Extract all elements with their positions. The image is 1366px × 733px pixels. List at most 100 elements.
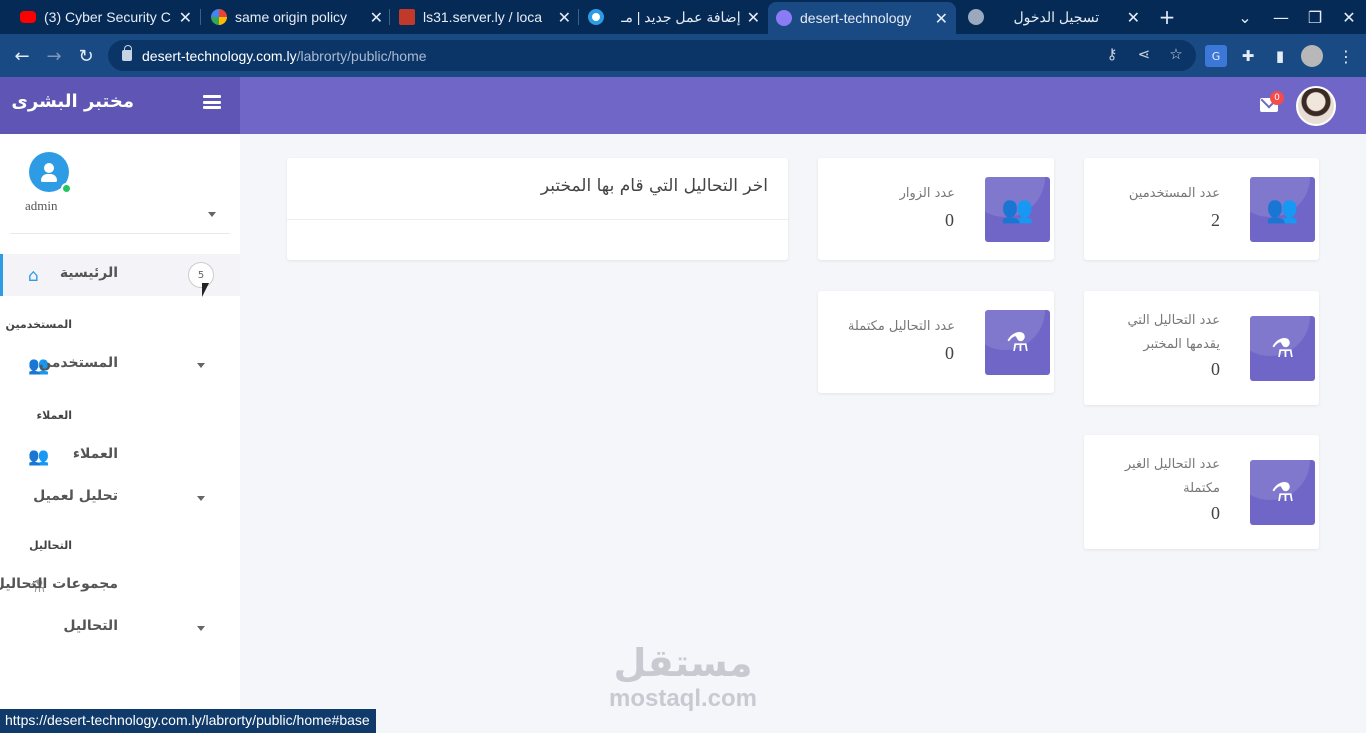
- watermark-latin: mostaql.com: [608, 685, 758, 712]
- tab-separator: [578, 9, 579, 25]
- stat-value: 0: [1211, 359, 1220, 379]
- sidebar-item-users[interactable]: 👥 المستخدمن: [0, 344, 240, 386]
- stat-card-users: 👥 عدد المستخدمين 2: [1084, 158, 1319, 260]
- stat-label: عدد التحاليل التي يقدمها المختبر: [1127, 313, 1220, 352]
- panel-title: اخر التحاليل التي قام بها المختبر: [540, 176, 768, 196]
- user-name[interactable]: admin: [25, 198, 58, 214]
- brand-title[interactable]: مختبر البشرى: [11, 91, 134, 112]
- reload-button[interactable]: ↻: [72, 42, 100, 70]
- address-bar[interactable]: desert-technology.com.ly/labrorty/public…: [108, 40, 1196, 71]
- browser-tab[interactable]: ls31.server.ly / loca ✕: [391, 0, 579, 34]
- sidebar-section-clients: العملاء: [36, 409, 72, 422]
- hamburger-menu-icon[interactable]: [203, 95, 221, 109]
- tab-separator: [389, 9, 390, 25]
- stat-icon-box: ⚗: [1250, 460, 1315, 525]
- browser-tab[interactable]: same origin policy ✕: [203, 0, 391, 34]
- flask-icon: ⚗: [1270, 477, 1295, 508]
- sidebar-item-tests[interactable]: التحاليل: [0, 607, 240, 649]
- chevron-down-icon: [197, 626, 205, 631]
- lock-icon[interactable]: [122, 45, 132, 61]
- profile-avatar-icon[interactable]: [1301, 45, 1323, 67]
- menu-dots-icon[interactable]: ⋮: [1335, 45, 1357, 67]
- home-icon: ⌂: [28, 266, 39, 286]
- app-header: مختبر البشرى 0: [0, 77, 1366, 134]
- mail-count-badge: 0: [1270, 91, 1284, 105]
- share-icon[interactable]: ⋖: [1132, 42, 1156, 66]
- new-tab-button[interactable]: +: [1152, 0, 1182, 34]
- translate-icon[interactable]: G: [1205, 45, 1227, 67]
- phpmyadmin-icon: [399, 9, 415, 25]
- users-icon: 👥: [28, 447, 50, 467]
- stat-card-provided-tests: ⚗ عدد التحاليل التي يقدمها المختبر 0: [1084, 291, 1319, 405]
- sidebar-section-users: المستخدمين: [5, 318, 72, 331]
- stat-label: عدد الزوار: [899, 186, 955, 201]
- maximize-button[interactable]: ❐: [1300, 0, 1330, 34]
- stat-value: 0: [945, 210, 954, 230]
- sidebar-item-clients[interactable]: 👥 العملاء: [0, 435, 240, 477]
- stat-card-completed-tests: ⚗ عدد التحاليل مكتملة 0: [818, 291, 1054, 393]
- sidebar-item-label: العملاء: [72, 446, 118, 462]
- close-tab-icon[interactable]: ✕: [935, 9, 948, 28]
- stat-value: 0: [1211, 503, 1220, 523]
- close-tab-icon[interactable]: ✕: [370, 8, 383, 27]
- stat-label: عدد التحاليل مكتملة: [847, 319, 955, 334]
- sidebar-section-tests: التحاليل: [29, 539, 72, 552]
- sidebar-item-label: المستخدمن: [39, 355, 118, 371]
- sidebar-item-client-analysis[interactable]: تحليل لعميل: [0, 477, 240, 519]
- chevron-down-icon: [197, 363, 205, 368]
- close-tab-icon[interactable]: ✕: [179, 8, 192, 27]
- latest-analyses-panel: اخر التحاليل التي قام بها المختبر: [287, 158, 788, 260]
- flask-icon: ⚗: [1270, 333, 1295, 364]
- sidebar-item-test-groups[interactable]: ⚗ مجموعات التحاليل: [0, 565, 240, 607]
- stat-label: عدد التحاليل الغير مكتملة: [1124, 457, 1220, 496]
- browser-tab[interactable]: تسجيل الدخول ✕: [960, 0, 1148, 34]
- brand-area: مختبر البشرى: [0, 77, 240, 134]
- online-status-dot: [61, 183, 72, 194]
- stat-icon-box: ⚗: [985, 310, 1050, 375]
- forward-button[interactable]: →: [40, 42, 68, 70]
- browser-tab-strip: (3) Cyber Security C ✕ same origin polic…: [0, 0, 1366, 34]
- stat-icon-box: ⚗: [1250, 316, 1315, 381]
- browser-toolbar: ← → ↻ desert-technology.com.ly/labrorty/…: [0, 34, 1366, 77]
- extensions-icon[interactable]: ✚: [1237, 45, 1259, 67]
- sidebar-item-label: الرئيسية: [59, 265, 118, 281]
- url-host: desert-technology.com.ly: [142, 47, 297, 64]
- watermark-arabic: مستقل: [613, 641, 753, 685]
- site-icon: [588, 9, 604, 25]
- key-icon[interactable]: ⚷: [1100, 42, 1124, 66]
- panel-divider: [287, 219, 788, 220]
- close-tab-icon[interactable]: ✕: [747, 8, 760, 27]
- sidebar-item-label: مجموعات التحاليل: [0, 576, 118, 592]
- chevron-down-icon: [197, 496, 205, 501]
- side-panel-icon[interactable]: ▮: [1269, 45, 1291, 67]
- stat-card-visitors: 👥 عدد الزوار 0: [818, 158, 1054, 260]
- status-bar-url: https://desert-technology.com.ly/labrort…: [0, 709, 376, 733]
- youtube-icon: [20, 11, 36, 23]
- count-badge: 5: [188, 262, 214, 288]
- header-user-avatar[interactable]: [1296, 86, 1336, 126]
- flask-icon: ⚗: [1005, 327, 1030, 358]
- browser-tab-active[interactable]: desert-technology ✕: [768, 2, 956, 34]
- browser-tab[interactable]: (3) Cyber Security C ✕: [12, 0, 200, 34]
- browser-tab[interactable]: إضافة عمل جديد | مـ ✕: [580, 0, 768, 34]
- close-tab-icon[interactable]: ✕: [1127, 8, 1140, 27]
- mouse-cursor-icon: [202, 283, 209, 297]
- stat-label: عدد المستخدمين: [1128, 186, 1220, 201]
- back-button[interactable]: ←: [8, 42, 36, 70]
- close-tab-icon[interactable]: ✕: [558, 8, 571, 27]
- sidebar-item-label: تحليل لعميل: [33, 488, 118, 504]
- user-menu-caret-icon[interactable]: [208, 212, 216, 217]
- sidebar-divider: [10, 233, 230, 234]
- stat-card-incomplete-tests: ⚗ عدد التحاليل الغير مكتملة 0: [1084, 435, 1319, 549]
- google-icon: [211, 9, 227, 25]
- tab-search-chevron-icon[interactable]: ⌄: [1230, 0, 1260, 34]
- close-window-button[interactable]: ✕: [1334, 0, 1364, 34]
- bookmark-star-icon[interactable]: ☆: [1164, 42, 1188, 66]
- site-icon: [776, 10, 792, 26]
- mostaql-watermark: مستقل mostaql.com: [598, 640, 768, 720]
- sidebar: admin ⌂ الرئيسية 5 المستخدمين 👥 المستخدم…: [0, 134, 240, 733]
- tab-separator: [200, 9, 201, 25]
- minimize-button[interactable]: —: [1266, 0, 1296, 34]
- stat-value: 0: [945, 343, 954, 363]
- globe-icon: [968, 9, 984, 25]
